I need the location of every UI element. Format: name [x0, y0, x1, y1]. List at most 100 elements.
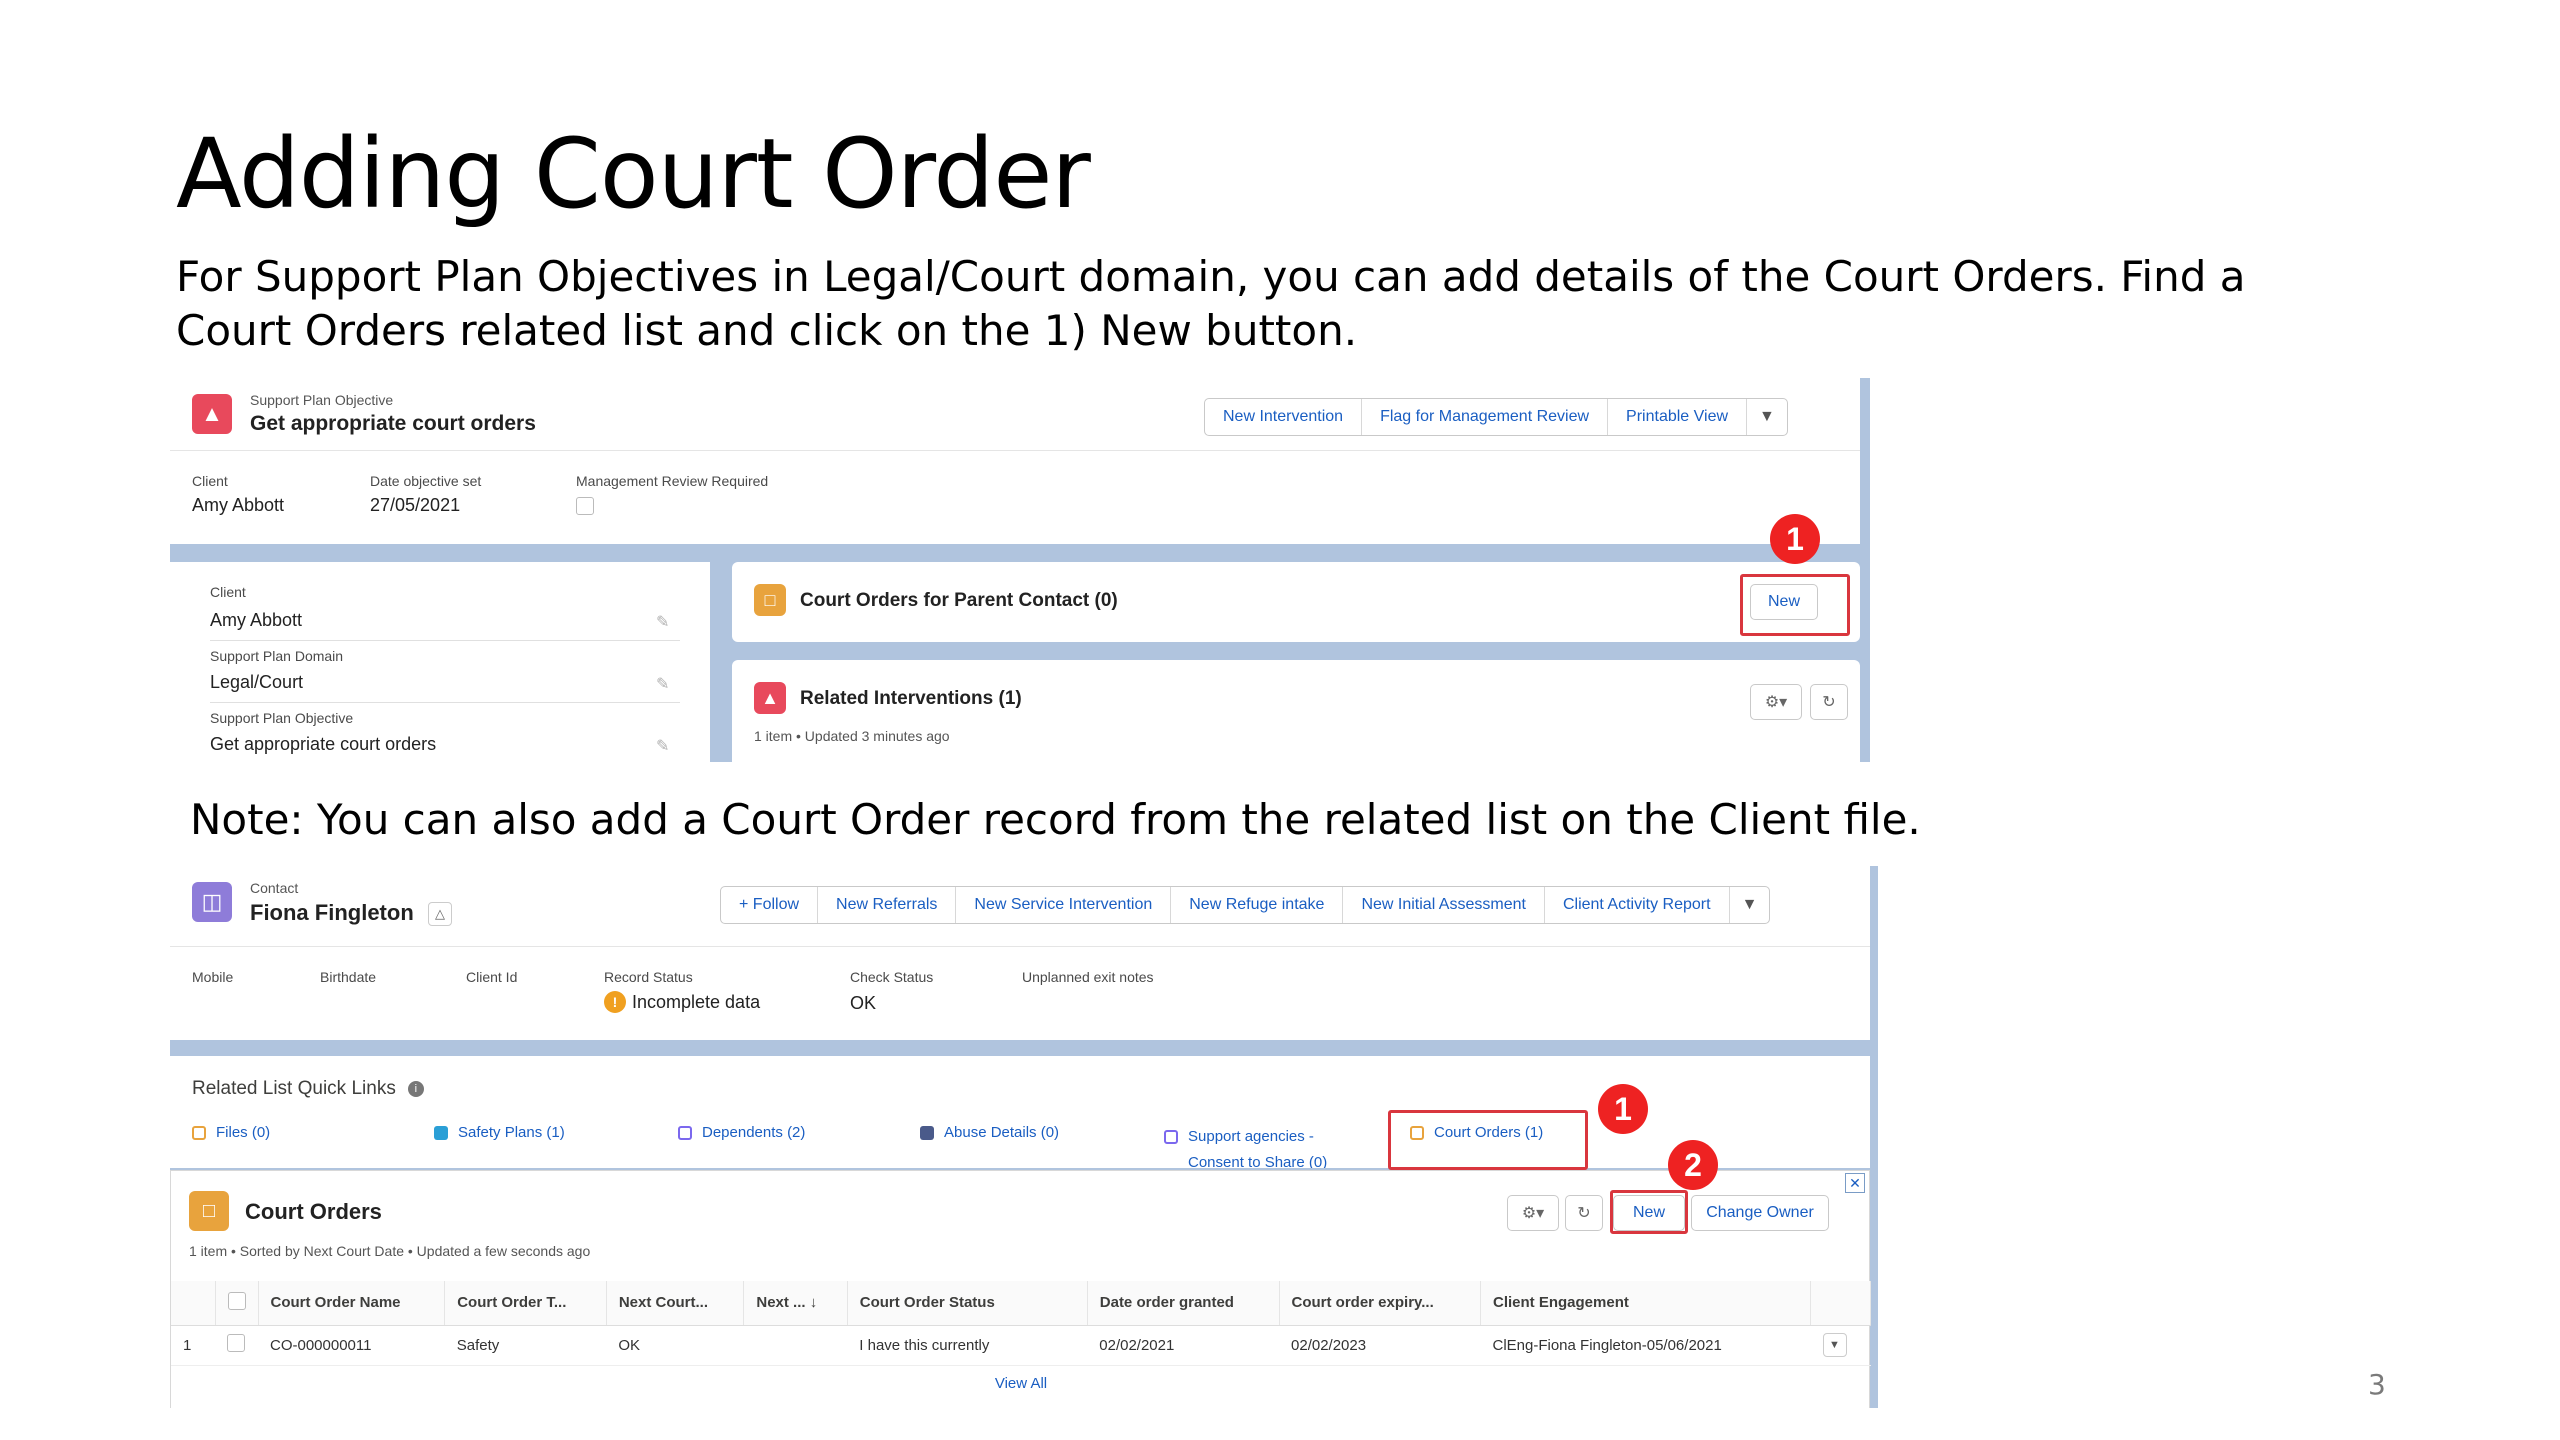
quick-link-support-agencies[interactable]: Support agencies - Consent to Share (0)	[1164, 1124, 1354, 1168]
row-number: 1	[171, 1325, 215, 1366]
table-cell: 02/02/2023	[1279, 1325, 1481, 1366]
column-header[interactable]: Court Order T...	[444, 1281, 607, 1326]
contact-card-icon: ◫	[192, 882, 232, 922]
printable-view-button[interactable]: Printable View	[1608, 399, 1748, 435]
hierarchy-icon[interactable]: △	[428, 902, 452, 926]
edit-pencil-icon[interactable]: ✎	[656, 736, 669, 756]
court-building-icon: □	[754, 584, 786, 616]
highlight-box	[1740, 574, 1850, 636]
column-header[interactable]: Next Court...	[606, 1281, 745, 1326]
highlight-label-mobile: Mobile	[192, 969, 234, 985]
new-service-intervention-button[interactable]: New Service Intervention	[956, 887, 1172, 923]
detail-label-objective: Support Plan Objective	[210, 710, 354, 726]
highlight-box	[1610, 1190, 1688, 1234]
highlight-label-check-status: Check Status	[850, 969, 934, 985]
close-icon[interactable]: ✕	[1845, 1173, 1865, 1193]
more-actions-chevron-icon[interactable]: ▼	[1730, 887, 1770, 923]
highlight-label-record-status: Record Status	[604, 969, 693, 985]
record-header: ▲ Support Plan Objective Get appropriate…	[170, 378, 1860, 544]
slide-body-text: For Support Plan Objectives in Legal/Cou…	[176, 252, 2246, 355]
object-label: Support Plan Objective	[250, 392, 394, 408]
record-name: Get appropriate court orders	[250, 412, 536, 435]
gear-icon[interactable]: ⚙▾	[1507, 1195, 1559, 1231]
refresh-icon[interactable]: ↻	[1565, 1195, 1603, 1231]
flag-for-management-review-button[interactable]: Flag for Management Review	[1362, 399, 1609, 435]
quick-link-safety-plans[interactable]: Safety Plans (1)	[434, 1124, 565, 1141]
new-intervention-button[interactable]: New Intervention	[1205, 399, 1363, 435]
slide-note-text: Note: You can also add a Court Order rec…	[190, 795, 1921, 844]
select-all-checkbox[interactable]	[227, 1291, 246, 1310]
dependents-icon	[678, 1125, 692, 1140]
highlight-value-record-status: Incomplete data	[632, 991, 761, 1012]
warning-icon: !	[604, 991, 626, 1013]
info-icon[interactable]: i	[407, 1081, 424, 1097]
change-owner-button[interactable]: Change Owner	[1691, 1195, 1829, 1231]
highlight-value-client[interactable]: Amy Abbott	[192, 495, 284, 516]
detail-label-domain: Support Plan Domain	[210, 648, 344, 664]
contact-header: ◫ Contact Fiona Fingleton △ + Follow New…	[170, 866, 1870, 1040]
record-status-value: ! Incomplete data	[604, 991, 760, 1013]
highlight-label-birthdate: Birthdate	[320, 969, 377, 985]
quick-link-files[interactable]: Files (0)	[192, 1124, 270, 1141]
row-number-header	[171, 1281, 216, 1326]
table-cell	[743, 1325, 848, 1366]
related-interventions-card: ▲ Related Interventions (1) 1 item • Upd…	[732, 660, 1860, 762]
new-initial-assessment-button[interactable]: New Initial Assessment	[1343, 887, 1545, 923]
table-row: 1 CO-000000011 Safety OK I have this cur…	[171, 1325, 1871, 1366]
table-header-row: Court Order Name Court Order T... Next C…	[171, 1281, 1871, 1326]
highlights-panel: Client Amy Abbott Date objective set 27/…	[170, 450, 1860, 544]
row-action-chevron-icon[interactable]: ▼	[1822, 1333, 1847, 1357]
quick-links-title: Related List Quick Links	[192, 1078, 396, 1099]
detail-value-domain: Legal/Court	[210, 672, 304, 692]
callout-badge-2: 2	[1668, 1140, 1718, 1190]
management-review-checkbox	[576, 497, 594, 515]
column-header[interactable]: Court Order Name	[258, 1281, 446, 1326]
detail-value-objective: Get appropriate court orders	[210, 734, 437, 754]
support-plan-objective-screenshot: ▲ Support Plan Objective Get appropriate…	[170, 378, 1870, 762]
refresh-icon[interactable]: ↻	[1810, 684, 1848, 720]
column-header[interactable]: Date order granted	[1087, 1281, 1280, 1326]
table-cell: Safety	[444, 1325, 607, 1366]
abuse-details-icon	[920, 1125, 934, 1140]
column-header[interactable]: Next ... ↓	[743, 1281, 848, 1326]
header-actions: New Intervention Flag for Management Rev…	[1204, 398, 1788, 436]
highlight-box	[1388, 1110, 1588, 1170]
view-all-link[interactable]: View All	[171, 1375, 1871, 1392]
row-checkbox[interactable]	[227, 1334, 245, 1352]
highlight-label-date: Date objective set	[370, 473, 482, 489]
table-cell: 02/02/2021	[1087, 1325, 1280, 1366]
intervention-icon: ▲	[754, 682, 786, 714]
related-interventions-title: Related Interventions (1)	[800, 688, 1022, 709]
field-divider	[210, 640, 680, 641]
court-orders-parent-title: Court Orders for Parent Contact (0)	[800, 590, 1118, 611]
gear-icon[interactable]: ⚙▾	[1750, 684, 1802, 720]
column-header[interactable]: Court order expiry...	[1279, 1281, 1482, 1326]
new-refuge-intake-button[interactable]: New Refuge intake	[1171, 887, 1344, 923]
quick-link-dependents[interactable]: Dependents (2)	[678, 1124, 805, 1141]
callout-badge-1: 1	[1598, 1084, 1648, 1134]
follow-button[interactable]: + Follow	[721, 887, 819, 923]
files-icon	[192, 1125, 206, 1140]
safety-plan-icon	[434, 1125, 448, 1140]
edit-pencil-icon[interactable]: ✎	[656, 674, 669, 694]
highlight-label-client-id: Client Id	[466, 969, 518, 985]
court-orders-table: Court Order Name Court Order T... Next C…	[171, 1281, 1871, 1366]
detail-value-client[interactable]: Amy Abbott	[210, 610, 302, 631]
object-label: Contact	[250, 880, 299, 896]
court-order-name-link[interactable]: CO-000000011	[258, 1325, 445, 1366]
more-actions-chevron-icon[interactable]: ▼	[1747, 399, 1787, 435]
column-header[interactable]: Court Order Status	[847, 1281, 1088, 1326]
record-name: Fiona Fingleton	[250, 900, 414, 925]
quick-link-abuse-details[interactable]: Abuse Details (0)	[920, 1124, 1059, 1141]
new-referrals-button[interactable]: New Referrals	[818, 887, 957, 923]
column-header[interactable]: Client Engagement	[1480, 1281, 1811, 1326]
client-engagement-link[interactable]: ClEng-Fiona Fingleton-05/06/2021	[1480, 1325, 1811, 1366]
edit-pencil-icon[interactable]: ✎	[656, 612, 669, 632]
row-select-cell	[215, 1325, 258, 1366]
client-activity-report-button[interactable]: Client Activity Report	[1545, 887, 1730, 923]
field-divider	[210, 702, 680, 703]
contact-screenshot: ◫ Contact Fiona Fingleton △ + Follow New…	[170, 866, 1878, 1408]
table-cell: I have this currently	[847, 1325, 1088, 1366]
court-orders-title: Court Orders	[245, 1199, 382, 1224]
highlight-value-check-status: OK	[850, 993, 877, 1013]
